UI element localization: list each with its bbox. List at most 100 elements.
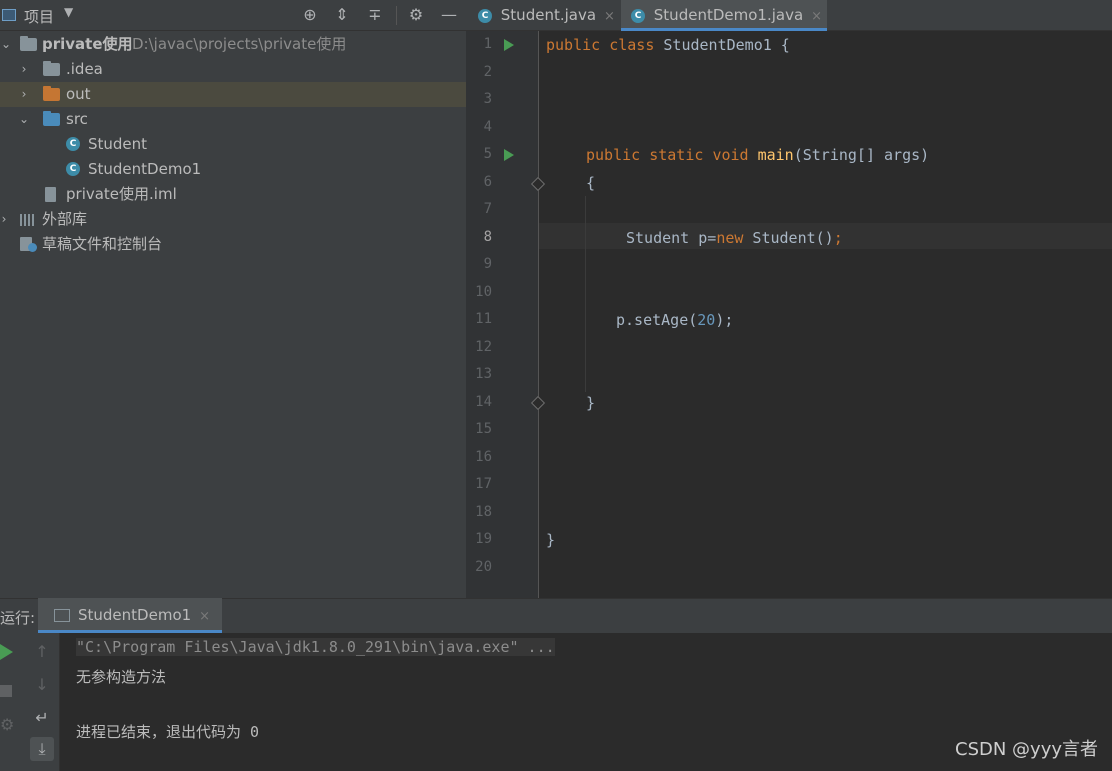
runnable-class-icon: C [66,162,80,176]
line-number: 3 [483,91,492,107]
collapse-all-icon[interactable]: ∓ [366,6,384,24]
run-toolbar: ⚙ ↑ ↓ ↵ ⤓ [0,633,60,771]
soft-wrap-icon[interactable]: ↵ [30,706,54,730]
stop-icon[interactable] [0,685,12,697]
console-line: 无参构造方法 [76,668,167,686]
tree-item-student[interactable]: C Student [0,132,466,157]
line-number: 4 [483,119,492,135]
indent-guide [585,196,586,392]
clock-icon [28,243,37,252]
run-panel-label: 运行: [0,609,36,627]
arrow-down-icon[interactable]: ↓ [30,673,54,697]
divider [396,6,397,25]
tree-item-root[interactable]: ⌄ private使用 D:\javac\projects\private使用 [0,32,466,57]
library-icon [20,214,36,226]
tree-item-label: 草稿文件和控制台 [42,235,163,253]
tree-item-iml[interactable]: private使用.iml [0,182,466,207]
chevron-right-icon[interactable]: › [18,57,30,82]
java-class-icon: C [66,137,80,151]
line-number: 10 [475,284,492,300]
close-icon[interactable]: × [199,609,210,624]
tab-label: StudentDemo1.java [653,6,804,24]
line-number: 9 [483,256,492,272]
locate-icon[interactable]: ⊕ [301,6,319,24]
line-number: 12 [475,339,492,355]
run-tab-label: StudentDemo1 [78,606,192,624]
line-number: 16 [475,449,492,465]
code-line-19: } [546,531,556,549]
console-line: 进程已结束，退出代码为 0 [76,723,260,741]
line-number: 19 [475,531,492,547]
line-number: 18 [475,504,492,520]
console-line: "C:\Program Files\Java\jdk1.8.0_291\bin\… [76,638,555,656]
code-line-5: public static void main(String[] args) [586,146,930,164]
chevron-right-icon[interactable]: › [18,82,30,107]
iml-file-icon [45,187,56,202]
rerun-icon[interactable] [0,644,13,660]
folder-icon [43,86,60,101]
code-line-11: p.setAge(20); [616,311,734,329]
line-number: 17 [475,476,492,492]
line-number: 2 [483,64,492,80]
fold-marker-icon[interactable] [530,176,546,192]
settings-icon[interactable]: ⚙ [0,715,14,734]
tree-item-src[interactable]: ⌄ src [0,107,466,132]
fold-marker-icon[interactable] [530,395,546,411]
line-number: 7 [483,201,492,217]
close-icon[interactable]: × [604,9,615,24]
arrow-up-icon[interactable]: ↑ [30,640,54,664]
scroll-to-end-icon[interactable]: ⤓ [30,737,54,761]
line-number: 15 [475,421,492,437]
tree-item-out[interactable]: › out [0,82,466,107]
expand-all-icon[interactable]: ⇕ [333,6,351,24]
chevron-down-icon[interactable]: ⌄ [18,107,30,132]
tree-item-external-libraries[interactable]: › 外部库 [0,207,466,232]
project-view-icon [2,9,16,21]
run-tab-studentdemo1[interactable]: StudentDemo1 × [38,598,223,633]
close-icon[interactable]: × [811,9,822,24]
tree-item-label: StudentDemo1 [88,160,202,178]
line-number: 14 [475,394,492,410]
tab-student-java[interactable]: C Student.java × [466,0,618,31]
chevron-down-icon[interactable]: ⌄ [0,32,12,57]
chevron-down-icon[interactable]: ▼ [64,5,73,19]
console-icon [54,609,70,622]
tree-item-label: out [66,85,91,103]
chevron-right-icon[interactable]: › [0,207,10,232]
tree-item-path: D:\javac\projects\private使用 [132,35,347,53]
tab-label: Student.java [500,6,597,24]
minimize-icon[interactable]: — [440,6,458,24]
tree-item-idea[interactable]: › .idea [0,57,466,82]
run-main-icon[interactable] [504,149,514,161]
line-number: 8 [483,229,492,245]
line-number: 5 [483,146,492,162]
code-line-6: { [586,174,596,192]
run-class-icon[interactable] [504,39,514,51]
code-line-8: Student p=new Student(); [626,229,843,247]
tab-studentdemo1-java[interactable]: C StudentDemo1.java × [621,0,827,31]
tree-item-label: .idea [66,60,103,78]
tree-item-label: src [66,110,88,128]
line-number: 6 [483,174,492,190]
source-folder-icon [43,111,60,126]
module-folder-icon [20,36,37,51]
line-number: 11 [475,311,492,327]
line-number: 13 [475,366,492,382]
gear-icon[interactable]: ⚙ [407,6,425,24]
tree-item-studentdemo1[interactable]: C StudentDemo1 [0,157,466,182]
tree-item-label: Student [88,135,148,153]
line-number: 1 [483,36,492,52]
code-editor[interactable]: 1 2 3 4 5 6 7 8 9 10 11 12 13 14 15 16 1… [466,31,1112,598]
tree-item-label: private使用.iml [66,185,177,203]
tree-item-label: private使用 [42,35,133,53]
project-view-title[interactable]: 项目 [24,6,54,27]
java-class-icon: C [478,8,492,23]
runnable-class-icon: C [631,8,645,23]
project-tree: ⌄ private使用 D:\javac\projects\private使用 … [0,31,466,598]
gutter: 1 2 3 4 5 6 7 8 9 10 11 12 13 14 15 16 1… [466,31,546,598]
code-line-14: } [586,394,596,412]
tree-item-scratches[interactable]: 草稿文件和控制台 [0,232,466,257]
code-line-1: public class StudentDemo1 { [546,36,790,54]
tree-item-label: 外部库 [42,210,88,228]
watermark: CSDN @yyy言者 [955,739,1098,760]
